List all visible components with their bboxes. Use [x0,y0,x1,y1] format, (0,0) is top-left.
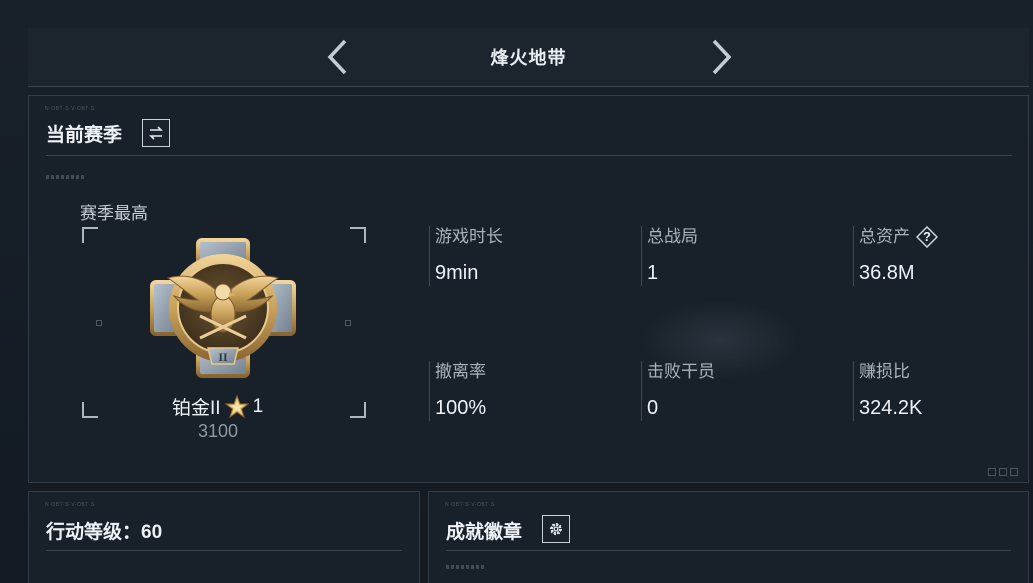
page-indicator [988,468,1018,476]
emblem-numeral: II [218,350,228,364]
season-swap-button[interactable] [142,119,170,147]
frame-corner-bl [82,402,98,418]
panel-micro-text: N·OBT·S·V-OBT·S [445,502,495,508]
stat-label: 击败干员 [647,362,715,381]
stat-value: 9min [435,262,479,284]
stat-total-assets: 总资产 ? 36.8M [853,226,938,286]
help-mark: ? [923,229,931,244]
screen: 烽火地带 N·OBT·S·V-OBT·S 当前赛季 赛季最高 II 铂金II 1… [0,0,1033,583]
page-dot [988,468,996,476]
stat-label-row: 总资产 ? [859,226,938,248]
panel-micro-text: N·OBT·S·V-OBT·S [45,106,95,112]
mode-title: 烽火地带 [490,48,567,68]
page-dot [1010,468,1018,476]
stat-operators-defeated: 击败干员 0 [641,361,715,421]
rank-name-row: 铂金II 1 [172,393,263,420]
stat-extraction-rate: 撤离率 100% [429,361,486,421]
stat-value: 0 [647,397,659,419]
heading-divider [46,550,402,551]
rank-name: 铂金II [172,398,221,419]
stat-label: 撤离率 [435,362,486,381]
frame-dot-left [96,320,102,326]
stat-label: 赚损比 [859,362,910,381]
heading-divider [46,155,1012,156]
decor-ticks [446,565,486,569]
rank-stars: 1 [252,395,264,417]
action-level-heading: 行动等级：60 [46,522,163,543]
swap-icon [149,126,163,140]
stat-label: 总战局 [647,227,698,246]
stat-label: 游戏时长 [435,227,503,246]
frame-corner-tl [82,227,98,243]
help-button[interactable]: ? [916,226,938,248]
stat-play-time: 游戏时长 9min [429,226,503,286]
frame-dot-right [345,320,351,326]
current-season-heading: 当前赛季 [46,125,123,146]
achievement-badges-panel: N·OBT·S·V-OBT·S 成就徽章 [428,491,1029,583]
frame-corner-br [350,402,366,418]
stat-value: 324.2K [859,397,923,419]
decor-ticks [46,175,86,179]
season-best-label: 赛季最高 [80,204,148,223]
badge-settings-button[interactable] [542,515,570,543]
heading-divider [446,550,1011,551]
panel-micro-text: N·OBT·S·V-OBT·S [45,502,95,508]
action-level-panel: N·OBT·S·V-OBT·S 行动等级：60 [28,491,420,583]
star-icon [224,394,249,418]
stat-value: 36.8M [859,262,915,284]
page-dot [999,468,1007,476]
frame-corner-tr [350,227,366,243]
stat-value: 100% [435,397,487,419]
rank-score: 3100 [198,421,239,441]
next-mode-button[interactable] [704,37,744,77]
stat-value: 1 [647,262,659,284]
mode-header: 烽火地带 [28,28,1029,87]
achievement-badges-heading: 成就徽章 [446,522,523,543]
chevron-right-icon [712,39,732,75]
platinum-rank-emblem: II [150,238,296,378]
stat-profit-loss-ratio: 赚损比 324.2K [853,361,922,421]
gear-icon [549,522,563,536]
stat-total-matches: 总战局 1 [641,226,698,286]
stat-label: 总资产 [859,227,910,246]
